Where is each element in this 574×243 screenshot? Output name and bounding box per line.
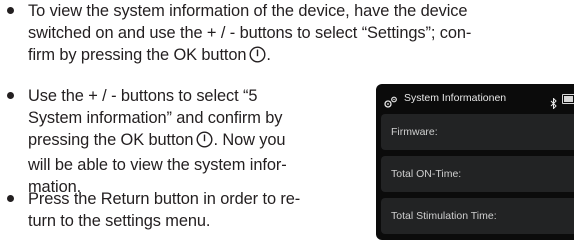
text-line: Press the Return button in order to re- — [28, 190, 301, 208]
text-line: System information” and confirm by — [28, 109, 283, 127]
text-line: will be able to view the system infor- — [28, 156, 287, 174]
text-line: switched on and use the + / - buttons to… — [28, 24, 472, 42]
instruction-item: Use the + / - buttons to select “5 Syste… — [0, 85, 287, 198]
device-screen-header: System Informationen — [376, 84, 574, 112]
text-line: pressing the OK button . Now you — [28, 129, 287, 154]
power-icon — [196, 131, 213, 154]
bullet-dot — [7, 7, 14, 14]
text-line: firm by pressing the OK button. — [28, 44, 471, 69]
instruction-list-2: Use the + / - buttons to select “5 Syste… — [0, 85, 287, 198]
instruction-item: Press the Return button in order to re- … — [0, 188, 300, 232]
sentence-end: . — [266, 46, 271, 64]
power-icon — [249, 46, 266, 69]
firmware-row: Firmware: — [381, 114, 574, 150]
device-screen-title: System Informationen — [404, 92, 507, 104]
text-line-part: . Now you — [213, 131, 286, 149]
bullet-dot — [7, 92, 14, 99]
battery-icon — [562, 94, 574, 104]
total-stimulation-time-row: Total Stimulation Time: — [381, 198, 574, 234]
text-line-part: firm by pressing the OK button — [28, 46, 247, 64]
device-screen-illustration: System Informationen Firmware: Total ON-… — [376, 84, 574, 240]
bullet-dot — [7, 195, 14, 202]
instruction-list-1: To view the system information of the de… — [0, 0, 471, 69]
instruction-item: To view the system information of the de… — [0, 0, 471, 69]
total-on-time-row: Total ON-Time: — [381, 156, 574, 192]
text-line: Use the + / - buttons to select “5 — [28, 87, 258, 105]
text-line: To view the system information of the de… — [28, 2, 468, 20]
text-line: turn to the settings menu. — [28, 212, 211, 230]
instruction-list-3: Press the Return button in order to re- … — [0, 188, 300, 232]
text-line-part: pressing the OK button — [28, 131, 194, 149]
